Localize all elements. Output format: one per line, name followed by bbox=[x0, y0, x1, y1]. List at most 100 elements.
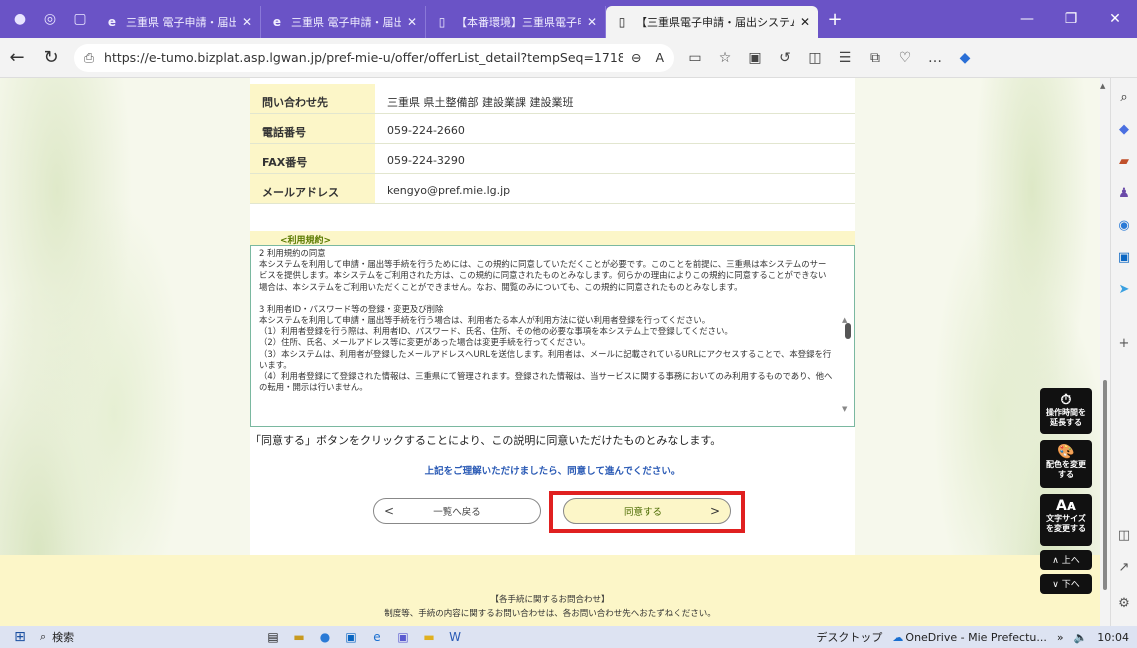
back-icon[interactable]: ← bbox=[0, 47, 34, 68]
leaf-decoration-left bbox=[0, 78, 190, 638]
terms-heading: <利用規約> bbox=[250, 231, 855, 246]
immersive-reader-icon[interactable]: ▭ bbox=[680, 50, 710, 66]
tab-actions-icon[interactable]: ▢ bbox=[70, 9, 90, 29]
close-tab-icon[interactable]: ✕ bbox=[407, 15, 417, 29]
terms-paragraph: 本システムを利用して申請・届出等手続を行うためには、この規約に同意していただくこ… bbox=[259, 259, 827, 292]
terms-paragraph: 本システムを利用して申請・届出等手続を行う場合は、利用者たる本人が利用方法に従い… bbox=[259, 315, 711, 326]
agree-statement: 「同意する」ボタンをクリックすることにより、この説明に同意いただけたものとみなし… bbox=[250, 434, 722, 447]
terms-paragraph: （3）本システムは、利用者が登録したメールアドレスへURLを送信します。利用者は… bbox=[259, 348, 832, 370]
scroll-up-button[interactable]: ∧ 上へ bbox=[1040, 550, 1092, 570]
page-scrollbar[interactable]: ▲ bbox=[1100, 78, 1110, 648]
taskview-icon[interactable]: ▤ bbox=[260, 630, 286, 644]
favorite-star-icon[interactable]: ☆ bbox=[710, 50, 740, 66]
proceed-notice: 上記をご理解いただけましたら、同意して進んでください。 bbox=[424, 466, 681, 477]
performance-icon[interactable]: ♡ bbox=[890, 50, 920, 66]
footer-title: 【各手続に関するお問合わせ】 bbox=[490, 595, 610, 605]
terms-paragraph: 2 利用規約の同意 bbox=[259, 248, 326, 258]
terms-scroll-down-icon[interactable]: ▼ bbox=[842, 405, 847, 413]
read-aloud-icon[interactable]: A bbox=[655, 50, 664, 65]
terms-paragraph: （4）利用者登録にて登録された情報は、三重県にて管理されます。登録された情報は、… bbox=[259, 371, 833, 393]
browser-tab[interactable]: e三重県 電子申請・届出システム✕ bbox=[261, 6, 426, 38]
refresh-ext-icon[interactable]: ↺ bbox=[770, 50, 800, 66]
terms-scrollbar-thumb[interactable] bbox=[845, 323, 851, 339]
outlook-icon[interactable]: ▣ bbox=[338, 630, 364, 644]
new-tab-button[interactable]: + bbox=[818, 9, 852, 30]
browser-tab[interactable]: e三重県 電子申請・届出システム✕ bbox=[96, 6, 261, 38]
search-icon: ⌕ bbox=[40, 630, 47, 643]
agree-button[interactable]: 同意する > bbox=[563, 498, 731, 524]
terms-paragraph: （1）利用者登録を行う際は、利用者ID、パスワード、氏名、住所、その他の必要な事… bbox=[259, 326, 733, 337]
address-bar: ← ↻ ⎙ https://e-tumo.bizplat.asp.lgwan.j… bbox=[0, 38, 1137, 78]
url-field[interactable]: ⎙ https://e-tumo.bizplat.asp.lgwan.jp/pr… bbox=[74, 43, 674, 72]
volume-icon[interactable]: 🔈 bbox=[1074, 631, 1088, 644]
taskbar: ⊞ ⌕ 検索 ▤ ▬ ● ▣ e ▣ ▬ W デスクトップ ☁ OneDrive … bbox=[0, 626, 1137, 648]
add-icon[interactable]: + bbox=[1114, 336, 1134, 356]
chevron-down-icon: ∨ bbox=[1052, 580, 1059, 590]
browser-tab-active[interactable]: ▯【三重県電子申請・届出システム】✕ bbox=[606, 6, 818, 38]
scroll-down-button[interactable]: ∨ 下へ bbox=[1040, 574, 1092, 594]
palette-icon: 🎨 bbox=[1057, 444, 1075, 460]
refresh-icon[interactable]: ↻ bbox=[34, 47, 68, 68]
email-row: メールアドレス kengyo@pref.mie.lg.jp bbox=[250, 174, 855, 204]
settings-icon[interactable]: ⚙ bbox=[1114, 596, 1134, 616]
contact-row: 問い合わせ先 三重県 県土整備部 建設業課 建設業班 bbox=[250, 84, 855, 114]
tag-icon[interactable]: ◆ bbox=[1114, 122, 1134, 142]
explorer-icon[interactable]: ▬ bbox=[286, 630, 312, 644]
search-icon[interactable]: ⌕ bbox=[1114, 90, 1134, 110]
close-window-icon[interactable]: ✕ bbox=[1093, 11, 1137, 27]
sidebar-toggle-icon[interactable]: ◫ bbox=[1114, 528, 1134, 548]
page-content: 問い合わせ先 三重県 県土整備部 建設業課 建設業班 電話番号 059-224-… bbox=[0, 78, 1100, 648]
restore-icon[interactable]: ❐ bbox=[1049, 11, 1093, 27]
office-icon[interactable]: ◉ bbox=[1114, 218, 1134, 238]
toolbox-icon[interactable]: ▰ bbox=[1114, 154, 1134, 174]
send-icon[interactable]: ➤ bbox=[1114, 282, 1134, 302]
footer-text: 制度等、手続の内容に関するお問い合わせは、各お問い合わせ先へおたずねください。 bbox=[384, 609, 716, 619]
font-size-button[interactable]: Aᴀ 文字サイズを変更する bbox=[1040, 494, 1092, 546]
games-icon[interactable]: ♟ bbox=[1114, 186, 1134, 206]
more-menu-icon[interactable]: … bbox=[920, 50, 950, 66]
teams-icon[interactable]: ▣ bbox=[390, 630, 416, 644]
word-icon[interactable]: W bbox=[442, 630, 468, 644]
split-screen-icon[interactable]: ◫ bbox=[800, 50, 830, 66]
folder-icon[interactable]: ▬ bbox=[416, 630, 442, 644]
open-external-icon[interactable]: ↗ bbox=[1114, 560, 1134, 580]
collections-icon[interactable]: ⧉ bbox=[860, 50, 890, 66]
extension-icon[interactable]: ▣ bbox=[740, 50, 770, 66]
color-scheme-button[interactable]: 🎨 配色を変更する bbox=[1040, 440, 1092, 488]
stopwatch-icon: ⏱ bbox=[1060, 392, 1072, 408]
page-info-icon[interactable]: ⎙ bbox=[84, 50, 94, 66]
taskbar-search[interactable]: ⌕ 検索 bbox=[40, 629, 200, 645]
tray-overflow-icon[interactable]: » bbox=[1057, 631, 1064, 644]
close-tab-icon[interactable]: ✕ bbox=[800, 15, 810, 29]
extend-time-button[interactable]: ⏱ 操作時間を延長する bbox=[1040, 388, 1092, 434]
profile-icon[interactable]: ● bbox=[10, 9, 30, 29]
chevron-left-icon: < bbox=[383, 504, 395, 518]
windows-start-icon[interactable]: ⊞ bbox=[0, 629, 40, 645]
chat-icon[interactable]: ● bbox=[312, 630, 338, 644]
back-to-list-button[interactable]: < 一覧へ戻る bbox=[373, 498, 541, 524]
workspaces-icon[interactable]: ◎ bbox=[40, 9, 60, 29]
font-size-icon: Aᴀ bbox=[1056, 498, 1076, 514]
page-icon: ▯ bbox=[618, 15, 626, 29]
onedrive-icon[interactable]: ☁ bbox=[892, 631, 903, 644]
page-scroll-up-icon[interactable]: ▲ bbox=[1100, 82, 1105, 90]
edge-icon[interactable]: e bbox=[364, 630, 390, 644]
close-tab-icon[interactable]: ✕ bbox=[242, 15, 252, 29]
page-scrollbar-thumb[interactable] bbox=[1103, 380, 1107, 590]
edge-icon: e bbox=[272, 15, 282, 29]
chevron-up-icon: ∧ bbox=[1052, 556, 1059, 566]
fax-row: FAX番号 059-224-3290 bbox=[250, 144, 855, 174]
edge-sidebar: ⌕ ◆ ▰ ♟ ◉ ▣ ➤ + ◫ ↗ ⚙ bbox=[1110, 78, 1137, 648]
outlook-icon[interactable]: ▣ bbox=[1114, 250, 1134, 270]
terms-scrollbox[interactable]: 2 利用規約の同意 本システムを利用して申請・届出等手続を行うためには、この規約… bbox=[250, 245, 855, 427]
close-tab-icon[interactable]: ✕ bbox=[587, 15, 597, 29]
copilot-icon[interactable]: ◆ bbox=[950, 50, 980, 66]
edge-icon: e bbox=[107, 15, 117, 29]
page-icon: ▯ bbox=[438, 15, 446, 29]
browser-titlebar: ● ◎ ▢ e三重県 電子申請・届出システム✕ e三重県 電子申請・届出システム… bbox=[0, 0, 1137, 38]
favorites-icon[interactable]: ☰ bbox=[830, 50, 860, 66]
browser-tab[interactable]: ▯【本番環境】三重県電子申請・届✕ bbox=[426, 6, 606, 38]
terms-paragraph: （2）住所、氏名、メールアドレス等に変更があった場合は変更手続を行ってください。 bbox=[259, 337, 591, 348]
zoom-icon[interactable]: ⊖ bbox=[631, 50, 641, 65]
minimize-icon[interactable]: — bbox=[1005, 11, 1049, 27]
